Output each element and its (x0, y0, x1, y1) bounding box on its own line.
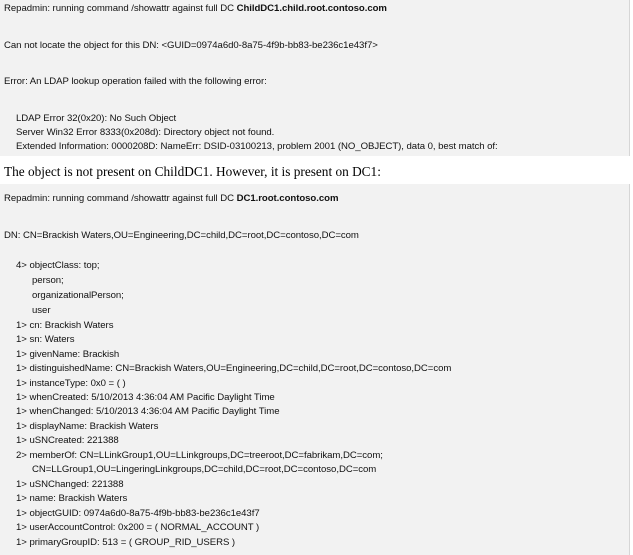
attr-givenname: 1> givenName: Brackish (16, 349, 120, 360)
attr-distinguishedname: 1> distinguishedName: CN=Brackish Waters… (16, 363, 452, 374)
command-prefix: Repadmin: running command /showattr agai… (4, 3, 237, 14)
command-line-dc1: Repadmin: running command /showattr agai… (4, 193, 338, 205)
attr-displayname: 1> displayName: Brackish Waters (16, 421, 159, 432)
locate-error-line: Can not locate the object for this DN: <… (4, 40, 378, 51)
attr-whencreated: 1> whenCreated: 5/10/2013 4:36:04 AM Pac… (16, 392, 275, 403)
attr-usnchanged: 1> uSNChanged: 221388 (16, 479, 124, 490)
attr-objectclass-user: user (32, 305, 51, 316)
prose-statement: The object is not present on ChildDC1. H… (4, 164, 381, 179)
attr-objectclass-person: person; (32, 275, 64, 286)
attr-whenchanged: 1> whenChanged: 5/10/2013 4:36:04 AM Pac… (16, 406, 280, 417)
attr-memberof: 2> memberOf: CN=LLinkGroup1,OU=LLinkgrou… (16, 450, 383, 461)
extended-info-line: Extended Information: 0000208D: NameErr:… (16, 141, 498, 152)
command-line-childdc1: Repadmin: running command /showattr agai… (4, 3, 387, 15)
attr-cn: 1> cn: Brackish Waters (16, 320, 114, 331)
ldap-code-line: LDAP Error 32(0x20): No Such Object (16, 113, 177, 124)
win32-error-line: Server Win32 Error 8333(0x208d): Directo… (16, 127, 275, 138)
attr-objectguid: 1> objectGUID: 0974a6d0-8a75-4f9b-bb83-b… (16, 508, 260, 519)
attr-objectclass: 4> objectClass: top; (16, 260, 100, 271)
attr-useraccountcontrol: 1> userAccountControl: 0x200 = ( NORMAL_… (16, 522, 260, 533)
attr-primarygroupid: 1> primaryGroupID: 513 = ( GROUP_RID_USE… (16, 537, 236, 548)
attr-objectclass-orgperson: organizationalPerson; (32, 290, 124, 301)
command-prefix: Repadmin: running command /showattr agai… (4, 193, 237, 204)
document-page: Repadmin: running command /showattr agai… (0, 0, 633, 555)
dn-line: DN: CN=Brackish Waters,OU=Engineering,DC… (4, 230, 359, 241)
attr-instancetype: 1> instanceType: 0x0 = ( ) (16, 378, 126, 389)
command-server: DC1.root.contoso.com (236, 193, 339, 204)
attr-sn: 1> sn: Waters (16, 334, 75, 345)
ldap-error-line: Error: An LDAP lookup operation failed w… (4, 76, 267, 87)
attr-usncreated: 1> uSNCreated: 221388 (16, 435, 119, 446)
command-server: ChildDC1.child.root.contoso.com (236, 3, 387, 14)
attr-memberof-2: CN=LLGroup1,OU=LingeringLinkgroups,DC=ch… (32, 464, 377, 475)
attr-name: 1> name: Brackish Waters (16, 493, 128, 504)
